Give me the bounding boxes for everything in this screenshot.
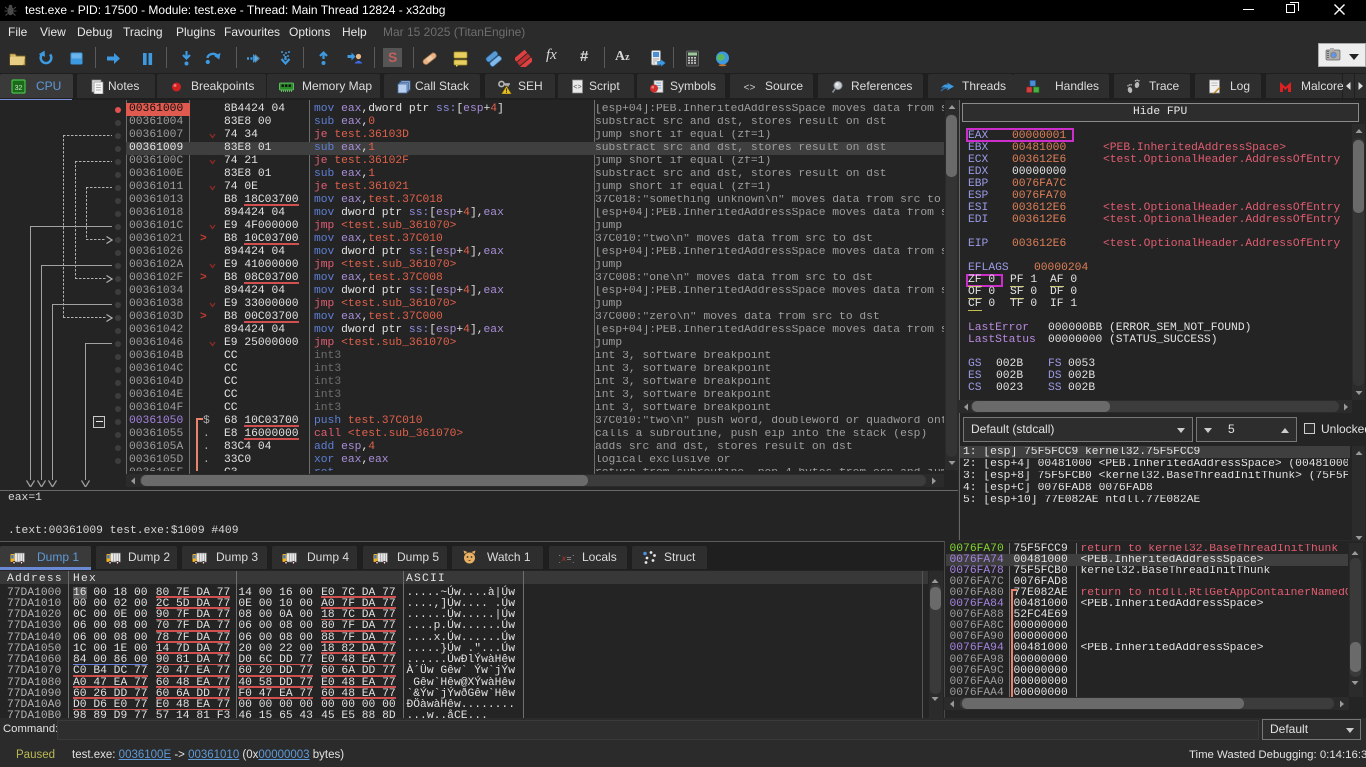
svg-text:[x=]: [x=] [559,554,574,564]
svg-text:<>: <> [743,84,755,95]
svg-text:!: ! [505,88,507,94]
svg-text:32: 32 [15,85,23,92]
svg-text:<>: <> [573,84,581,92]
